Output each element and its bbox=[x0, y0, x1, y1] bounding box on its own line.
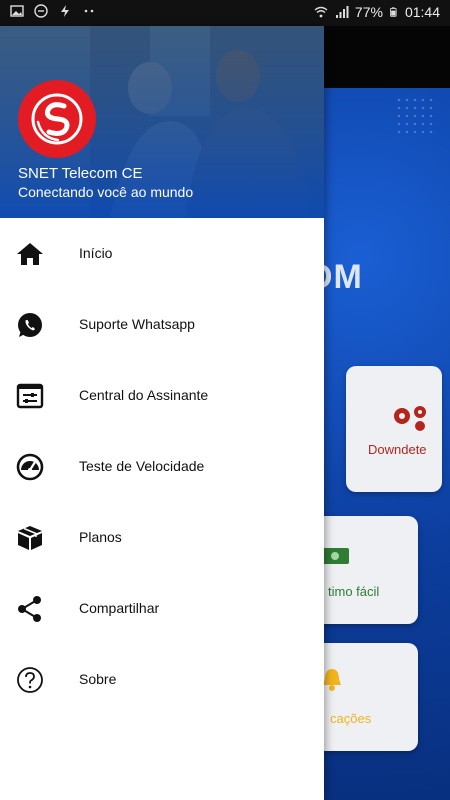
menu-item-suporte-whatsapp[interactable]: Suporte Whatsapp bbox=[0, 289, 324, 359]
help-icon bbox=[17, 667, 43, 693]
signal-icon bbox=[335, 6, 349, 18]
settings-panel-icon bbox=[16, 383, 44, 409]
navigation-drawer: SNET Telecom CE Conectando você ao mundo… bbox=[0, 26, 324, 800]
menu-item-label: Central do Assinante bbox=[79, 387, 209, 403]
menu-item-label: Suporte Whatsapp bbox=[79, 316, 195, 332]
menu-item-label: Início bbox=[79, 245, 113, 261]
whatsapp-icon bbox=[18, 313, 42, 337]
card-downdetector[interactable]: Downdete bbox=[346, 366, 442, 492]
wifi-icon bbox=[314, 6, 328, 18]
menu-item-teste-de-velocidade[interactable]: Teste de Velocidade bbox=[0, 431, 324, 501]
menu-item-label: Sobre bbox=[79, 671, 117, 687]
menu-item-planos[interactable]: Planos bbox=[0, 502, 324, 572]
minus-circle-icon bbox=[34, 4, 48, 18]
battery-icon bbox=[389, 7, 397, 17]
drawer-subtitle: Conectando você ao mundo bbox=[18, 184, 194, 200]
box-icon bbox=[18, 526, 42, 550]
menu-item-label: Teste de Velocidade bbox=[79, 458, 205, 474]
snet-logo-mark bbox=[31, 93, 83, 145]
snet-logo bbox=[18, 80, 96, 158]
card-label: Downdete bbox=[368, 442, 427, 457]
status-bar: 77% 01:44 bbox=[0, 0, 450, 26]
menu-item-inicio[interactable]: Início bbox=[0, 218, 324, 288]
flash-icon bbox=[61, 5, 69, 17]
drawer-title: SNET Telecom CE bbox=[18, 165, 143, 182]
card-label: timo fácil bbox=[328, 584, 380, 599]
clock: 01:44 bbox=[404, 4, 440, 20]
decorative-dots bbox=[395, 96, 435, 136]
money-icon bbox=[321, 548, 349, 564]
speedometer-icon bbox=[16, 453, 44, 481]
menu-item-compartilhar[interactable]: Compartilhar bbox=[0, 573, 324, 643]
drawer-header: SNET Telecom CE Conectando você ao mundo bbox=[0, 26, 324, 218]
menu-item-label: Planos bbox=[79, 529, 122, 545]
card-label: cações bbox=[330, 711, 372, 726]
home-icon bbox=[17, 243, 43, 265]
gears-icon bbox=[394, 406, 426, 431]
more-icon bbox=[84, 9, 94, 13]
menu-item-label: Compartilhar bbox=[79, 600, 160, 616]
menu-item-central-do-assinante[interactable]: Central do Assinante bbox=[0, 360, 324, 430]
battery-percent: 77% bbox=[354, 4, 383, 20]
image-icon bbox=[10, 5, 24, 17]
menu-item-sobre[interactable]: Sobre bbox=[0, 644, 324, 714]
share-icon bbox=[18, 596, 41, 622]
